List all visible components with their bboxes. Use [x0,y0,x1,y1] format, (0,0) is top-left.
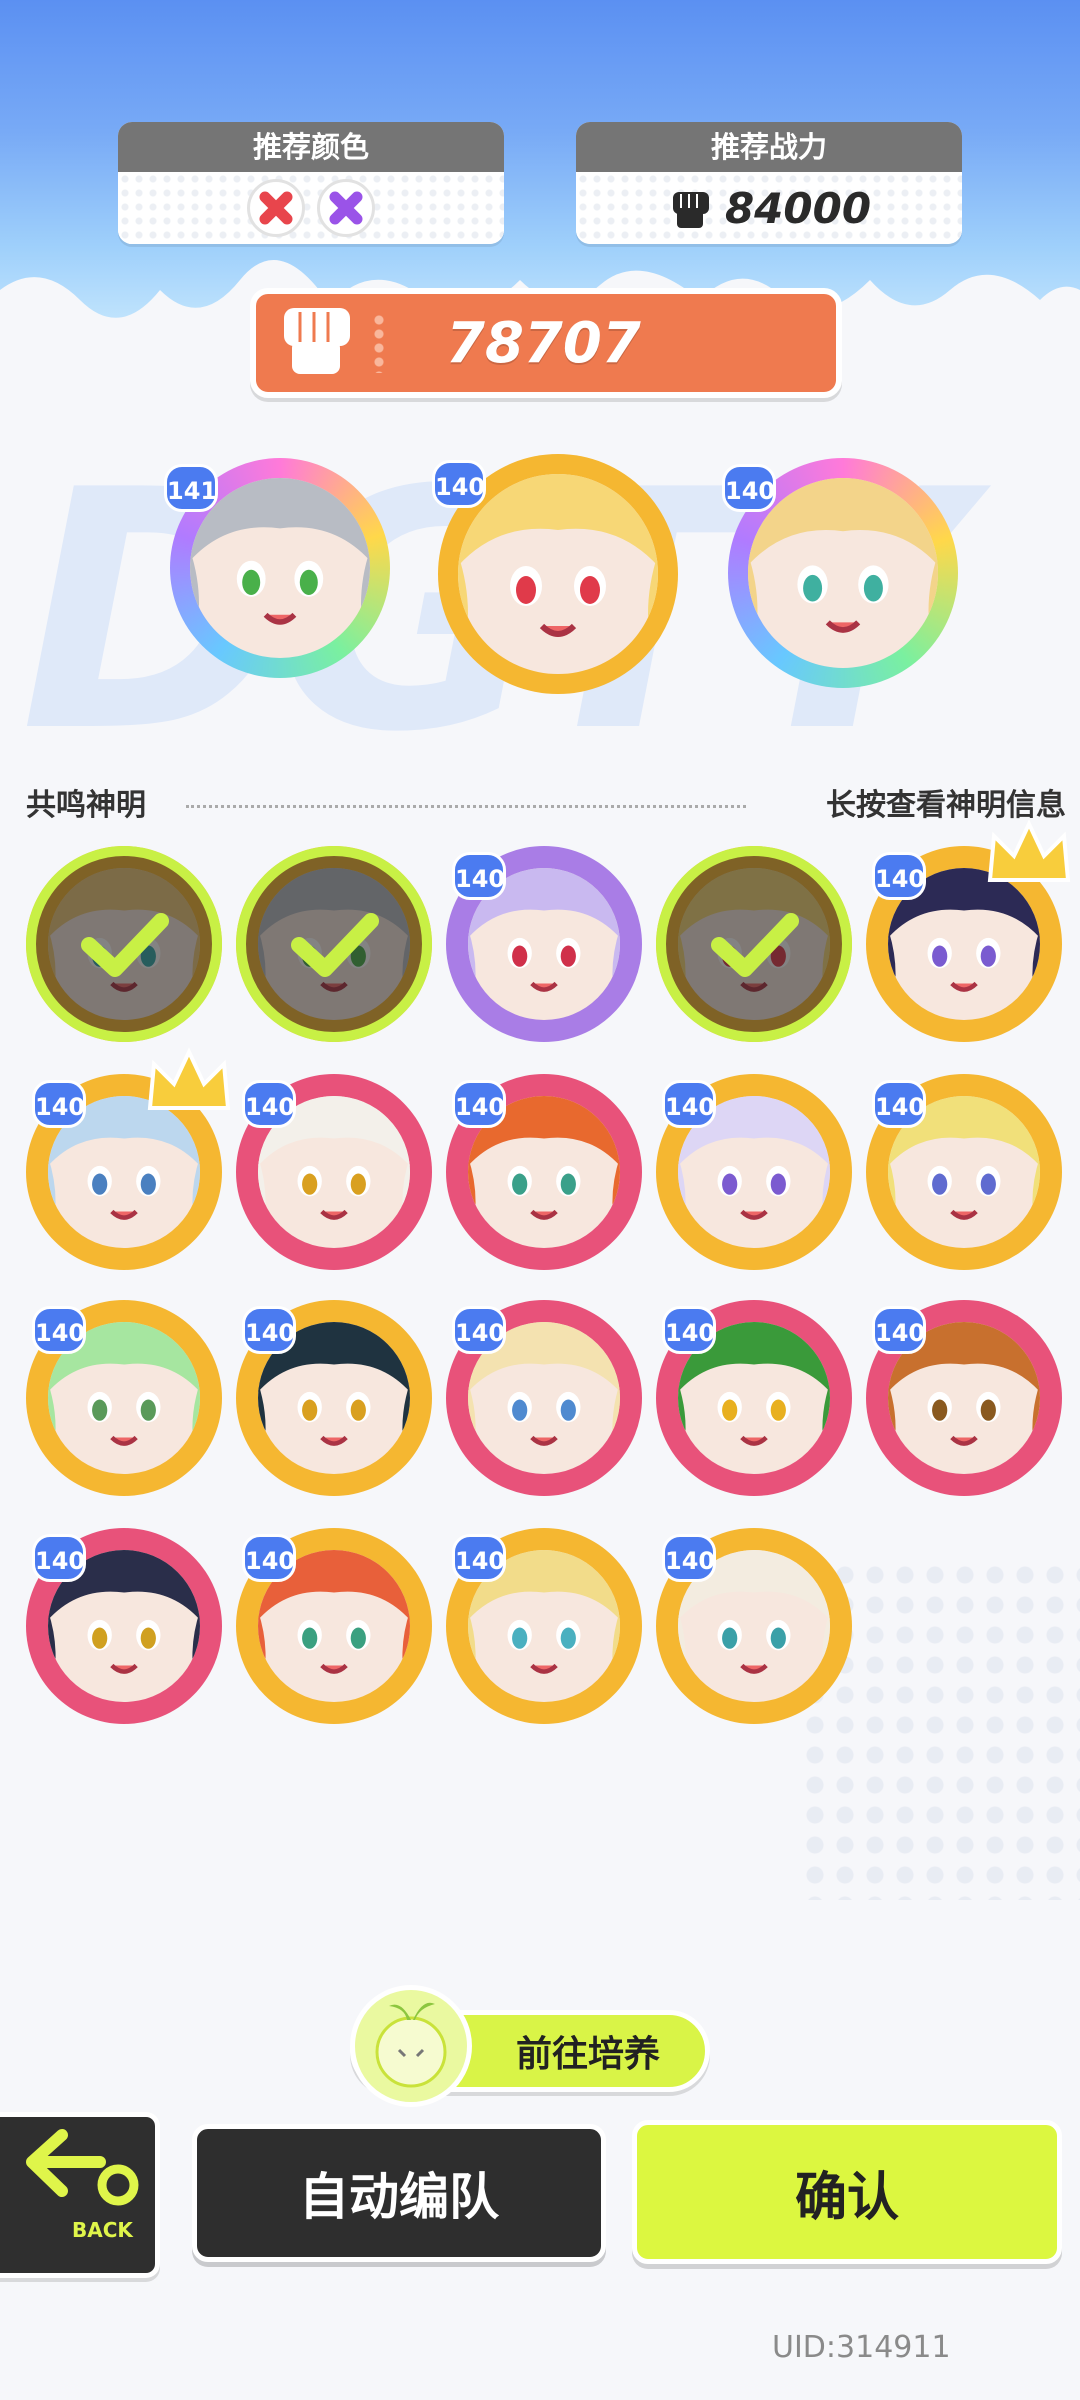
confirm-button[interactable]: 确认 [632,2120,1062,2264]
fist-icon [284,308,350,374]
section-header: 共鸣神明 长按查看神明信息 [26,780,1066,823]
hero-portrait [190,478,370,658]
hero-card[interactable] [656,846,852,1042]
recommend-power-title: 推荐战力 [576,122,962,172]
color-purple-icon [317,179,375,237]
hero-card[interactable]: 140 [446,1300,642,1496]
level-badge: 140 [242,1306,296,1354]
hero-card[interactable] [26,846,222,1042]
level-badge: 140 [32,1534,86,1582]
hero-card[interactable]: 140 [656,1300,852,1496]
level-badge: 140 [32,1306,86,1354]
hero-card[interactable] [236,846,432,1042]
back-arrow-icon: BACK [26,2129,139,2242]
grow-character-icon[interactable] [350,1985,472,2107]
hero-card[interactable]: 140 [656,1528,852,1724]
level-badge: 140 [242,1080,296,1128]
team-power-value: 78707 [446,310,641,376]
team-slot-3[interactable]: 140 [722,458,958,688]
hero-card[interactable]: 140 [446,1074,642,1270]
hero-card[interactable]: 140 [26,1047,231,1270]
crown-icon [984,818,1074,892]
team-power-bar: 78707 [250,288,842,398]
color-red-icon [247,179,305,237]
hero-card[interactable]: 140 [26,1300,222,1496]
level-badge: 140 [32,1080,86,1128]
level-badge: 140 [452,1306,506,1354]
level-badge: 140 [872,1306,926,1354]
recommend-color-title: 推荐颜色 [118,122,504,172]
level-badge: 141 [164,464,218,512]
section-label-resonance: 共鸣神明 [26,788,146,823]
back-label: BACK [72,2218,134,2242]
level-badge: 140 [452,1080,506,1128]
hero-portrait [748,478,938,668]
hero-card[interactable]: 140 [866,1074,1062,1270]
hero-card[interactable]: 140 [866,819,1071,1042]
fist-icon [672,192,709,228]
hero-portrait [458,474,658,674]
selected-check-icon [656,846,852,1042]
hero-card[interactable]: 140 [26,1528,222,1724]
level-badge: 140 [432,460,486,508]
selected-check-icon [236,846,432,1042]
crown-icon [144,1046,234,1120]
hero-card[interactable]: 140 [446,846,642,1042]
level-badge: 140 [662,1080,716,1128]
level-badge: 140 [662,1534,716,1582]
level-badge: 140 [872,852,926,900]
level-badge: 140 [722,464,776,512]
hero-card[interactable]: 140 [656,1074,852,1270]
hero-card[interactable]: 140 [236,1528,432,1724]
hero-card[interactable]: 140 [446,1528,642,1724]
hero-card[interactable]: 140 [236,1300,432,1496]
level-badge: 140 [242,1534,296,1582]
level-badge: 140 [662,1306,716,1354]
team-slot-1[interactable]: 141 [164,458,390,678]
uid-label: UID:314911 [772,2330,951,2365]
level-badge: 140 [452,852,506,900]
auto-team-button[interactable]: 自动编队 [192,2124,606,2262]
recommend-color-panel: 推荐颜色 [118,122,504,244]
team-slot-2[interactable]: 140 [432,454,678,694]
hero-card[interactable]: 140 [866,1300,1062,1496]
level-badge: 140 [452,1534,506,1582]
recommend-power-value: 84000 [724,183,872,233]
back-button[interactable]: BACK [0,2112,160,2278]
selected-check-icon [26,846,222,1042]
hero-card[interactable]: 140 [236,1074,432,1270]
recommend-power-panel: 推荐战力 84000 [576,122,962,244]
level-badge: 140 [872,1080,926,1128]
